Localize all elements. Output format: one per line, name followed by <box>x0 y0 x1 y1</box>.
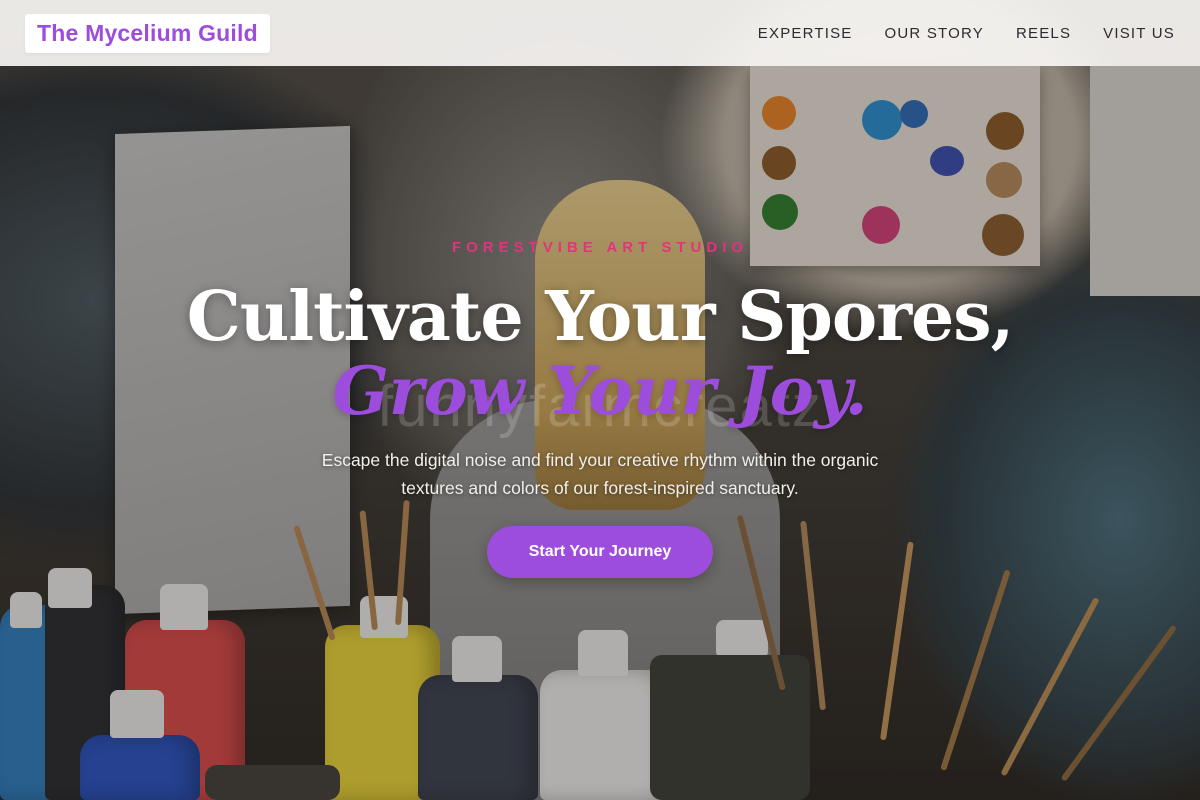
hero-headline: Cultivate Your Spores, <box>186 277 1015 357</box>
hero-description: Escape the digital noise and find your c… <box>321 450 879 498</box>
start-journey-button[interactable]: Start Your Journey <box>487 526 713 578</box>
hero-eyebrow: FORESTVIBE ART STUDIO <box>451 239 749 256</box>
hero-section: FORESTVIBE ART STUDIO Cultivate Your Spo… <box>0 0 1200 800</box>
hero-headline-accent: Grow Your Joy. <box>332 352 868 430</box>
